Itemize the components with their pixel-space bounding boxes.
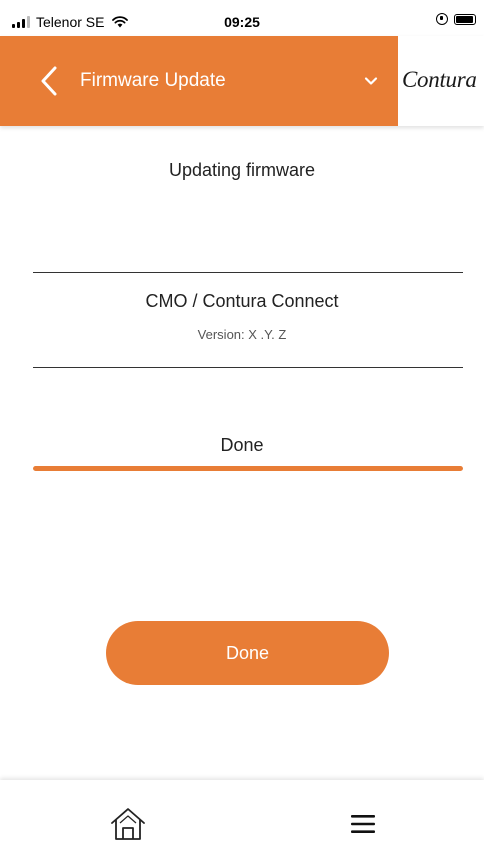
divider [33, 272, 463, 273]
screen: Telenor SE 09:25 Firmware Update Contura [0, 0, 484, 857]
battery-icon [454, 13, 476, 25]
status-right [436, 13, 476, 25]
done-button[interactable]: Done [106, 621, 389, 685]
bottom-nav [0, 780, 484, 857]
progress-bar [33, 466, 463, 471]
page-title: Updating firmware [168, 160, 316, 180]
header: Firmware Update Contura [0, 36, 484, 126]
menu-icon[interactable] [348, 812, 378, 836]
device-name: CMO / Contura Connect [145, 291, 339, 311]
rotation-lock-icon [436, 13, 448, 25]
progress-fill [33, 466, 463, 471]
back-button[interactable] [38, 64, 60, 98]
page-header-title: Firmware Update [80, 70, 226, 91]
divider [33, 367, 463, 368]
progress-label: Done [220, 435, 264, 455]
device-version: Version: X .Y. Z [197, 327, 287, 342]
chevron-down-icon[interactable] [362, 72, 380, 90]
home-icon[interactable] [108, 806, 148, 842]
brand-logo: Contura [402, 67, 477, 92]
status-time: 09:25 [224, 14, 260, 30]
header-bar: Firmware Update [0, 36, 398, 126]
status-bar: Telenor SE 09:25 [0, 0, 484, 36]
